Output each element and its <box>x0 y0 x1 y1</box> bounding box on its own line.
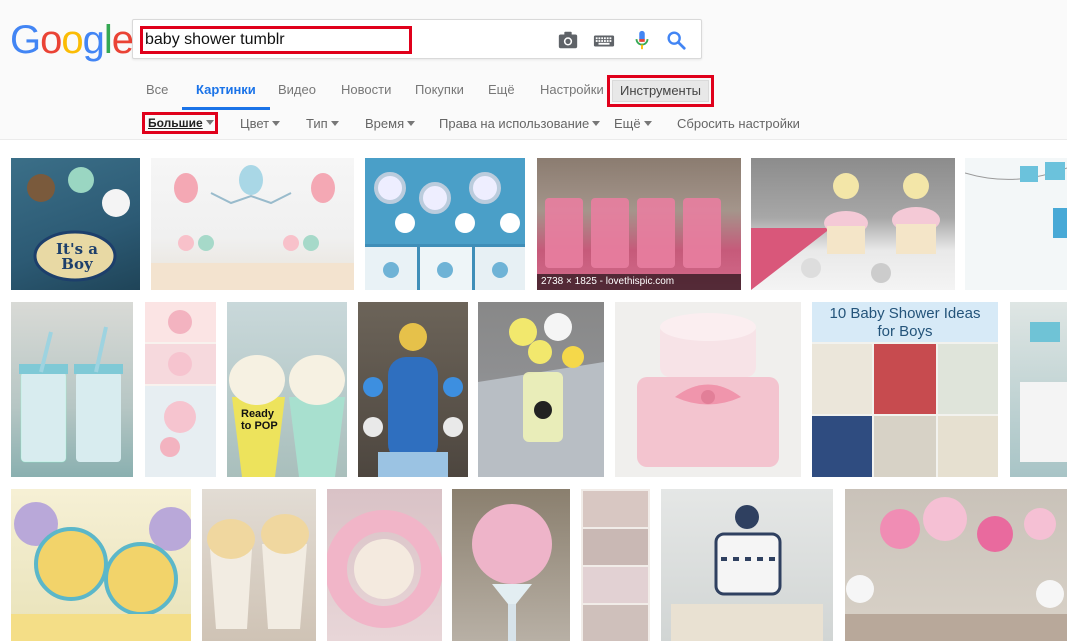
search-box <box>132 19 702 59</box>
image-result[interactable] <box>202 489 316 641</box>
image-result[interactable]: Ready to POP <box>227 302 347 477</box>
ideas-collage-graphic <box>812 344 998 477</box>
image-result[interactable] <box>151 158 354 290</box>
image-result[interactable] <box>452 489 570 641</box>
image-result[interactable] <box>327 489 442 641</box>
header-bar: Google Все Ка <box>0 0 1067 140</box>
tab-news[interactable]: Новости <box>341 80 391 110</box>
giraffe-party-graphic <box>11 502 191 641</box>
logo-letter: o <box>61 18 83 62</box>
tab-more[interactable]: Ещё <box>488 80 515 110</box>
treats-collage-graphic <box>145 302 216 477</box>
image-result[interactable] <box>845 489 1067 641</box>
google-logo[interactable]: Google <box>10 18 134 62</box>
filter-type[interactable]: Тип <box>306 116 339 131</box>
chevron-down-icon <box>643 121 652 127</box>
image-result[interactable] <box>365 158 525 290</box>
search-icon[interactable] <box>665 29 687 51</box>
reset-filters-link[interactable]: Сбросить настройки <box>677 116 800 131</box>
tab-all[interactable]: Все <box>146 80 168 110</box>
tools-button-highlight: Инструменты <box>607 75 714 107</box>
tools-button[interactable]: Инструменты <box>612 80 709 102</box>
cupcakes-graphic <box>751 173 940 290</box>
filter-size-label: Большие <box>148 116 203 130</box>
image-hover-caption: 2738 × 1825 - lovethispic.com <box>537 274 741 290</box>
image-result[interactable] <box>11 302 133 477</box>
tab-images[interactable]: Картинки <box>182 80 270 110</box>
logo-letter: o <box>40 18 62 62</box>
filter-usage-rights[interactable]: Права на использование <box>439 116 601 131</box>
daisy-jar-graphic <box>478 313 604 477</box>
image-result[interactable]: 10 Baby Shower Ideas for Boys <box>812 302 998 477</box>
tab-settings[interactable]: Настройки <box>540 80 604 110</box>
mustache-cake-graphic <box>671 505 823 641</box>
mason-jars-graphic <box>545 198 721 268</box>
camera-icon[interactable] <box>557 29 579 51</box>
image-result[interactable]: 2738 × 1825 - lovethispic.com <box>537 158 741 290</box>
flower-ball-graphic <box>472 504 552 641</box>
filter-color-label: Цвет <box>240 116 270 131</box>
image-result[interactable] <box>751 158 955 290</box>
filter-more-label: Ещё <box>614 116 641 131</box>
image-result[interactable] <box>615 302 801 477</box>
image-result[interactable] <box>145 302 216 477</box>
image-result[interactable]: It's a Boy <box>11 158 140 290</box>
chevron-down-icon <box>330 121 339 127</box>
filter-size[interactable]: Большие <box>142 112 218 134</box>
pacifier-graphic <box>365 158 525 290</box>
microphone-icon[interactable] <box>631 29 653 51</box>
image-result[interactable] <box>11 489 191 641</box>
logo-letter: G <box>10 18 41 62</box>
balloon-bottle-graphic <box>363 323 463 477</box>
boy-sign-text: It's a Boy <box>56 240 98 273</box>
filter-time-label: Время <box>365 116 405 131</box>
diaper-cake-graphic <box>1020 322 1067 462</box>
popcorn-cones-graphic <box>229 355 345 477</box>
pom-poms-graphic <box>845 497 1067 641</box>
image-result[interactable] <box>1010 302 1067 477</box>
chevron-down-icon <box>272 121 281 127</box>
image-result[interactable] <box>661 489 833 641</box>
chevron-down-icon <box>592 121 601 127</box>
keyboard-icon[interactable] <box>593 30 615 52</box>
pink-wreath-graphic <box>327 510 442 628</box>
logo-letter: g <box>82 18 105 62</box>
filter-time[interactable]: Время <box>365 116 416 131</box>
filter-more[interactable]: Ещё <box>614 116 652 131</box>
party-collage-graphic <box>583 491 648 641</box>
tab-video[interactable]: Видео <box>278 80 316 110</box>
popcorn-bags-graphic <box>207 514 309 629</box>
filter-type-label: Тип <box>306 116 328 131</box>
image-results-grid: It's a Boy 2738 × 1825 - lovethispic.com <box>0 140 1067 641</box>
clothesline-graphic <box>965 162 1067 238</box>
filter-bar: Большие Цвет Тип Время Права на использо… <box>0 112 1067 134</box>
chevron-down-icon <box>205 120 214 126</box>
chevron-down-icon <box>407 121 416 127</box>
image-result[interactable] <box>478 302 604 477</box>
balloon-decor-graphic <box>151 165 354 290</box>
image-result[interactable] <box>358 302 468 477</box>
logo-letter: e <box>111 18 134 62</box>
search-input[interactable] <box>145 29 545 51</box>
tab-shopping[interactable]: Покупки <box>415 80 464 110</box>
image-result[interactable] <box>581 489 650 641</box>
jars-straws-graphic <box>19 326 123 463</box>
filter-rights-label: Права на использование <box>439 116 590 131</box>
image-result[interactable] <box>965 158 1067 290</box>
popcorn-sign-text: Ready to POP <box>241 408 278 432</box>
pink-cake-graphic <box>637 313 779 467</box>
filter-color[interactable]: Цвет <box>240 116 281 131</box>
logo-letter: l <box>103 18 113 62</box>
